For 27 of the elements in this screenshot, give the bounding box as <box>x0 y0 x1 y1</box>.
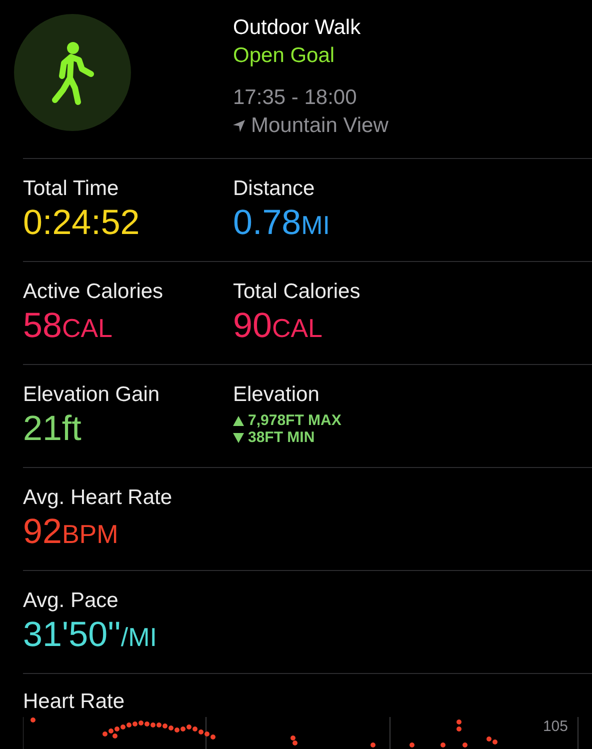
metric-label: Avg. Heart Rate <box>23 485 174 511</box>
walking-person-icon <box>50 40 94 106</box>
chart-title: Heart Rate <box>23 689 126 715</box>
location-arrow-icon <box>233 120 245 132</box>
metric-value: 58CAL <box>23 305 114 347</box>
elevation-min: 38FT MIN <box>248 429 315 446</box>
workout-goal: Open Goal <box>233 43 336 69</box>
down-triangle-icon <box>233 432 244 442</box>
metric-value: 21ft <box>23 408 82 450</box>
metric-label: Elevation Gain <box>23 382 161 408</box>
workout-location: Mountain View <box>251 113 388 139</box>
metric-label: Total Calories <box>233 279 362 305</box>
metric-label: Active Calories <box>23 279 164 305</box>
up-triangle-icon <box>233 416 244 426</box>
metric-label: Elevation <box>233 382 320 408</box>
metric-label: Avg. Pace <box>23 588 120 614</box>
elevation-max: 7,978FT MAX <box>248 412 342 429</box>
metric-label: Total Time <box>23 176 120 202</box>
metric-value: 0:24:52 <box>23 202 141 244</box>
metric-value: 92BPM <box>23 511 120 553</box>
metric-label: Distance <box>233 176 316 202</box>
metric-value: 90CAL <box>233 305 324 347</box>
workout-title: Outdoor Walk <box>233 15 362 41</box>
workout-time: 17:35 - 18:00 <box>233 85 358 111</box>
metric-value: 31'50''/MI <box>23 614 158 656</box>
axis-label: 105 <box>542 717 568 737</box>
metric-value: 0.78MI <box>233 202 332 244</box>
